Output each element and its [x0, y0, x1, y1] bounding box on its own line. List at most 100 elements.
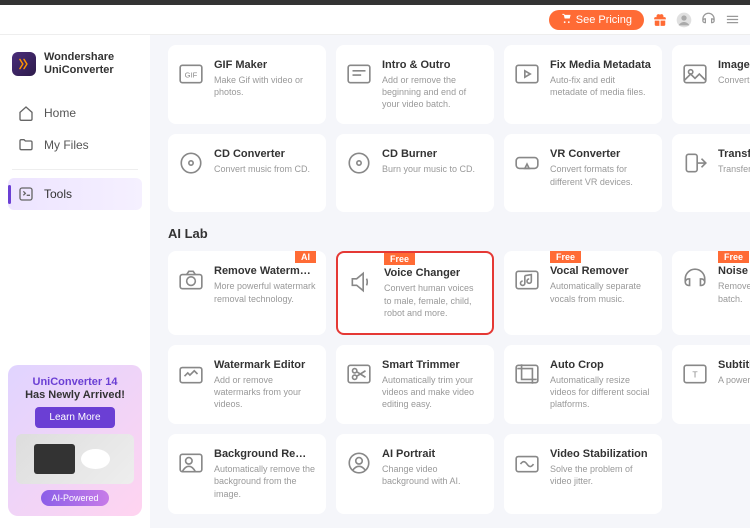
- card-icon: [346, 361, 372, 387]
- card-title: Auto Crop: [550, 359, 652, 371]
- card-desc: Add or remove the beginning and end of y…: [382, 74, 484, 110]
- sidebar-item-tools[interactable]: Tools: [8, 178, 142, 210]
- tool-card[interactable]: Video Stabilization Solve the problem of …: [504, 434, 662, 513]
- card-icon: [514, 150, 540, 176]
- card-title: Voice Changer: [384, 267, 482, 279]
- card-badge: AI: [295, 251, 316, 263]
- tool-card[interactable]: AI PortraitChange video background with …: [336, 434, 494, 513]
- card-title: Image C: [718, 59, 750, 71]
- card-badge: Free: [384, 253, 415, 265]
- section-ailab: AI Lab: [168, 226, 750, 241]
- tool-card[interactable]: Free Noise R Remove t noise fro batch.: [672, 251, 750, 334]
- card-icon: [514, 361, 540, 387]
- card-badge: Free: [550, 251, 581, 263]
- tool-card[interactable]: Auto Crop Automatically resize videos for…: [504, 345, 662, 424]
- card-desc: Transfer y device.: [718, 163, 750, 175]
- tool-card[interactable]: Transfer Transfer y device.: [672, 134, 750, 212]
- promo-subtitle: Has Newly Arrived!: [16, 389, 134, 401]
- promo-image: [16, 434, 134, 484]
- card-title: Transfer: [718, 148, 750, 160]
- divider: [12, 169, 138, 170]
- brand: Wondershare UniConverter: [8, 47, 142, 81]
- tool-card[interactable]: CD Burner Burn your music to CD.: [336, 134, 494, 212]
- folder-icon: [18, 137, 34, 153]
- card-desc: Convert i formats.: [718, 74, 750, 86]
- main-content: GIF GIF Maker Make Gif with video or photo…: [150, 35, 750, 528]
- card-desc: Automatically remove the background from…: [214, 463, 316, 499]
- tool-card[interactable]: GIF GIF Maker Make Gif with video or photo…: [168, 45, 326, 124]
- learn-more-button[interactable]: Learn More: [35, 407, 114, 428]
- tool-card[interactable]: Fix Media Metadata Auto-fix and edit meta…: [504, 45, 662, 124]
- card-title: Vocal Remover: [550, 265, 652, 277]
- card-icon: T: [682, 361, 708, 387]
- card-desc: Automatically trim your videos and make …: [382, 374, 484, 410]
- tool-card[interactable]: VR ConverterConvert formats for differen…: [504, 134, 662, 212]
- sidebar-item-label: My Files: [44, 138, 89, 152]
- card-desc: Convert music from CD.: [214, 163, 316, 175]
- svg-text:GIF: GIF: [185, 70, 198, 79]
- cart-icon: [561, 13, 572, 27]
- promo-badge: AI-Powered: [41, 490, 108, 506]
- tool-card[interactable]: Background Remover Automatically remove t…: [168, 434, 326, 513]
- sidebar-item-files[interactable]: My Files: [8, 129, 142, 161]
- card-desc: A powerf editing to: [718, 374, 750, 386]
- card-icon: [348, 269, 374, 295]
- card-desc: Make Gif with video or photos.: [214, 74, 316, 98]
- card-icon: [514, 450, 540, 476]
- sidebar-item-label: Home: [44, 106, 76, 120]
- card-icon: [346, 450, 372, 476]
- headset-icon[interactable]: [700, 12, 716, 28]
- card-title: Subtitle: [718, 359, 750, 371]
- tool-card[interactable]: T Subtitle A powerf editing to: [672, 345, 750, 424]
- sidebar-item-label: Tools: [44, 187, 72, 201]
- card-title: Remove Watermark ...: [214, 265, 316, 277]
- card-title: Video Stabilization: [550, 448, 652, 460]
- card-icon: [514, 61, 540, 87]
- promo-title: UniConverter 14: [16, 375, 134, 389]
- card-desc: Solve the problem of video jitter.: [550, 463, 652, 487]
- card-desc: Automatically resize videos for differen…: [550, 374, 652, 410]
- tool-card[interactable]: Free Voice Changer Convert human voices to…: [336, 251, 494, 334]
- card-icon: [346, 150, 372, 176]
- tool-card[interactable]: Image C Convert i formats.: [672, 45, 750, 124]
- card-desc: Convert formats for different VR devices…: [550, 163, 652, 187]
- card-title: Noise R: [718, 265, 750, 277]
- tool-card[interactable]: Smart Trimmer Automatically trim your vid…: [336, 345, 494, 424]
- see-pricing-label: See Pricing: [576, 14, 632, 26]
- menu-icon[interactable]: [724, 12, 740, 28]
- card-desc: Automatically separate vocals from music…: [550, 280, 652, 304]
- card-badge: Free: [718, 251, 749, 263]
- brand-name: Wondershare UniConverter: [44, 51, 114, 77]
- card-desc: Auto-fix and edit metadate of media file…: [550, 74, 652, 98]
- card-icon: [178, 450, 204, 476]
- card-desc: Convert human voices to male, female, ch…: [384, 282, 482, 318]
- card-title: Smart Trimmer: [382, 359, 484, 371]
- tool-card[interactable]: Free Vocal Remover Automatically separate …: [504, 251, 662, 334]
- card-title: Intro & Outro: [382, 59, 484, 71]
- sidebar: Wondershare UniConverter Home My Files T…: [0, 35, 150, 528]
- card-icon: [682, 61, 708, 87]
- card-title: CD Burner: [382, 148, 484, 160]
- card-icon: [346, 61, 372, 87]
- card-icon: GIF: [178, 61, 204, 87]
- card-icon: [682, 267, 708, 293]
- see-pricing-button[interactable]: See Pricing: [549, 10, 644, 30]
- tool-card[interactable]: Watermark EditorAdd or remove watermarks…: [168, 345, 326, 424]
- card-title: Fix Media Metadata: [550, 59, 652, 71]
- user-icon[interactable]: [676, 12, 692, 28]
- card-desc: Burn your music to CD.: [382, 163, 484, 175]
- brand-logo-icon: [12, 52, 36, 76]
- tool-card[interactable]: Intro & Outro Add or remove the beginning…: [336, 45, 494, 124]
- tools-icon: [18, 186, 34, 202]
- tool-card[interactable]: AIRemove Watermark ...More powerful wate…: [168, 251, 326, 334]
- card-icon: [682, 150, 708, 176]
- card-desc: Add or remove watermarks from your video…: [214, 374, 316, 410]
- card-title: GIF Maker: [214, 59, 316, 71]
- promo-panel: UniConverter 14 Has Newly Arrived! Learn…: [8, 365, 142, 516]
- card-title: CD Converter: [214, 148, 316, 160]
- card-desc: Remove t noise fro batch.: [718, 280, 750, 304]
- tool-card[interactable]: CD Converter Convert music from CD.: [168, 134, 326, 212]
- card-title: Background Remover: [214, 448, 316, 460]
- gift-icon[interactable]: [652, 12, 668, 28]
- sidebar-item-home[interactable]: Home: [8, 97, 142, 129]
